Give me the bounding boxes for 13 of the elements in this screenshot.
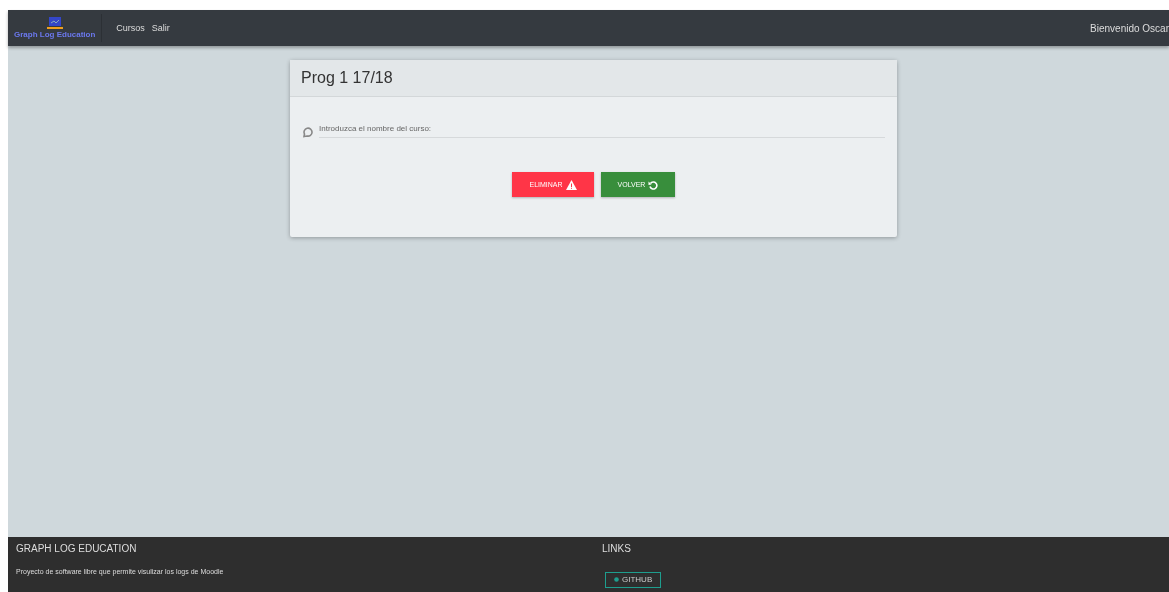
- course-name-field[interactable]: Introduzca el nombre del curso:: [319, 120, 885, 138]
- card-title: Prog 1 17/18: [290, 60, 897, 97]
- logo-text: Graph Log Education: [14, 30, 96, 39]
- footer-title: GRAPH LOG EDUCATION: [16, 543, 138, 554]
- laptop-logo-icon: [46, 17, 63, 30]
- links-heading: LINKS: [602, 543, 632, 554]
- welcome-text: Bienvenido Oscar: [1090, 22, 1169, 34]
- nav-link[interactable]: Cursos: [116, 23, 145, 33]
- undo-icon: [648, 179, 659, 190]
- speech-bubble-icon: [302, 127, 313, 138]
- github-link[interactable]: GITHUB: [605, 571, 662, 588]
- nav-link[interactable]: Salir: [151, 23, 170, 33]
- warning-icon: [565, 179, 577, 190]
